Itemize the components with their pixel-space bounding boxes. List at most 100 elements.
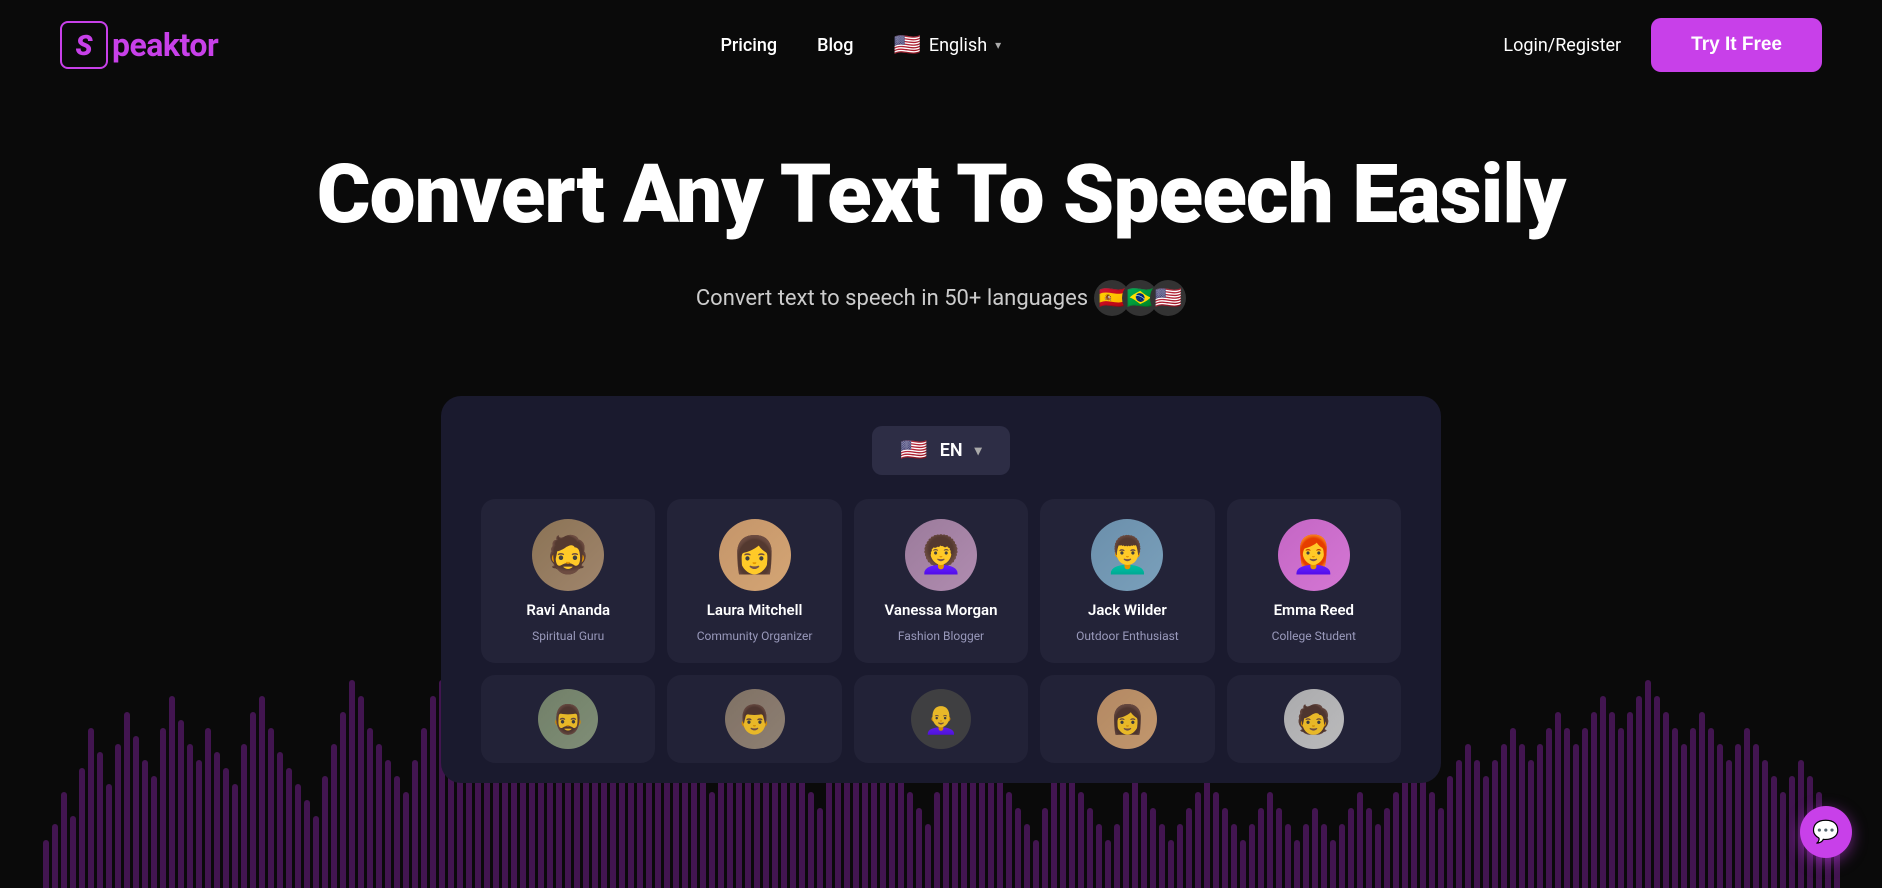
avatar: 👩‍🦰 [1278,519,1350,591]
avatar: 👩‍🦱 [905,519,977,591]
wave-bar [997,776,1003,888]
wave-bar [1042,808,1048,888]
flag-us: 🇺🇸 [1150,280,1186,316]
logo-box: S [60,21,108,69]
voice-role: Spiritual Guru [532,629,604,643]
try-free-button[interactable]: Try It Free [1651,18,1822,72]
voice-card-partial[interactable]: 👩 [1040,675,1214,763]
voice-card-partial[interactable]: 👨 [667,675,841,763]
wave-bar [1078,792,1084,888]
wave-bar [1438,808,1444,888]
voice-card-partial[interactable]: 🧑 [1227,675,1401,763]
wave-bar [1447,776,1453,888]
pricing-link[interactable]: Pricing [720,35,777,56]
panel-lang-selector: 🇺🇸 EN ▾ [481,426,1401,475]
avatar: 🧔 [532,519,604,591]
logo-letter: S [75,29,92,62]
login-register-link[interactable]: Login/Register [1503,35,1621,56]
panel-chevron-icon: ▾ [975,443,982,459]
avatar: 👨 [725,689,785,749]
wave-bar [61,792,67,888]
chat-button[interactable]: 💬 [1800,806,1852,858]
wave-bar [313,816,319,888]
wave-bar [925,824,931,888]
wave-bar [1339,824,1345,888]
wave-bar [907,792,913,888]
voice-card[interactable]: 👩‍🦰 Emma Reed College Student [1227,499,1401,663]
voice-card[interactable]: 👩 Laura Mitchell Community Organizer [667,499,841,663]
wave-bar [1483,776,1489,888]
wave-bar [817,808,823,888]
nav-right: Login/Register Try It Free [1503,18,1822,72]
wave-bar [1132,776,1138,888]
wave-bar [1384,808,1390,888]
nav-links: Pricing Blog 🇺🇸 English ▾ [720,33,1001,58]
wave-bar [1024,824,1030,888]
wave-bar [1051,776,1057,888]
wave-bar [1312,808,1318,888]
wave-bar [403,792,409,888]
wave-bar [1348,808,1354,888]
wave-bar [304,800,310,888]
voice-card[interactable]: 👨‍🦱 Jack Wilder Outdoor Enthusiast [1040,499,1214,663]
panel-lang-pill[interactable]: 🇺🇸 EN ▾ [872,426,1009,475]
wave-bar [1186,808,1192,888]
wave-bar [1249,824,1255,888]
avatar: 🧔‍♂️ [538,689,598,749]
wave-bar [1330,840,1336,888]
logo[interactable]: S peaktor [60,21,218,69]
flag-circles: 🇪🇸 🇧🇷 🇺🇸 [1102,280,1186,316]
wave-bar [1222,808,1228,888]
wave-bar [1087,808,1093,888]
wave-bar [934,792,940,888]
wave-bar [1366,808,1372,888]
hero-subtitle-text: Convert text to speech in 50+ languages [696,286,1088,311]
voice-cards-row2: 🧔‍♂️ 👨 👩‍🦲 👩 🧑 [481,675,1401,763]
voice-card[interactable]: 👩‍🦱 Vanessa Morgan Fashion Blogger [854,499,1028,663]
wave-bar [1150,808,1156,888]
avatar: 👩 [1097,689,1157,749]
wave-bar [1033,840,1039,888]
wave-bar [1006,792,1012,888]
language-flag: 🇺🇸 [893,33,920,58]
wave-bar [1303,824,1309,888]
wave-bar [1105,840,1111,888]
wave-bar [1789,776,1795,888]
voice-card-partial[interactable]: 🧔‍♂️ [481,675,655,763]
wave-bar [322,776,328,888]
avatar: 👩‍🦲 [911,689,971,749]
voice-card[interactable]: 🧔 Ravi Ananda Spiritual Guru [481,499,655,663]
wave-bar [1393,792,1399,888]
wave-bar [1069,776,1075,888]
wave-bar [1240,840,1246,888]
wave-bar [43,840,49,888]
wave-bar [1429,792,1435,888]
wave-bar [808,792,814,888]
wave-bar [1177,824,1183,888]
wave-bar [106,784,112,888]
hero-title: Convert Any Text To Speech Easily [20,150,1862,240]
language-selector[interactable]: 🇺🇸 English ▾ [893,33,1001,58]
navbar: S peaktor Pricing Blog 🇺🇸 English ▾ Logi… [0,0,1882,90]
wave-bar [286,768,292,888]
blog-link[interactable]: Blog [817,35,853,56]
wave-bar [592,776,598,888]
voice-name: Emma Reed [1274,601,1354,619]
voice-name: Ravi Ananda [526,601,610,619]
wave-bar [1771,776,1777,888]
voice-card-partial[interactable]: 👩‍🦲 [854,675,1028,763]
wave-bar [1168,840,1174,888]
wave-bar [1114,824,1120,888]
wave-bar [799,776,805,888]
wave-bar [1258,808,1264,888]
wave-bar [1375,824,1381,888]
hero-section: Convert Any Text To Speech Easily Conver… [0,90,1882,406]
voices-panel: 🇺🇸 EN ▾ 🧔 Ravi Ananda Spiritual Guru 👩 L… [441,396,1441,783]
wave-bar [1213,792,1219,888]
avatar: 🧑 [1284,689,1344,749]
chat-icon: 💬 [1812,820,1839,845]
wave-bar [1141,792,1147,888]
wave-bar [1294,840,1300,888]
voice-role: Outdoor Enthusiast [1076,629,1179,643]
wave-bar [916,808,922,888]
